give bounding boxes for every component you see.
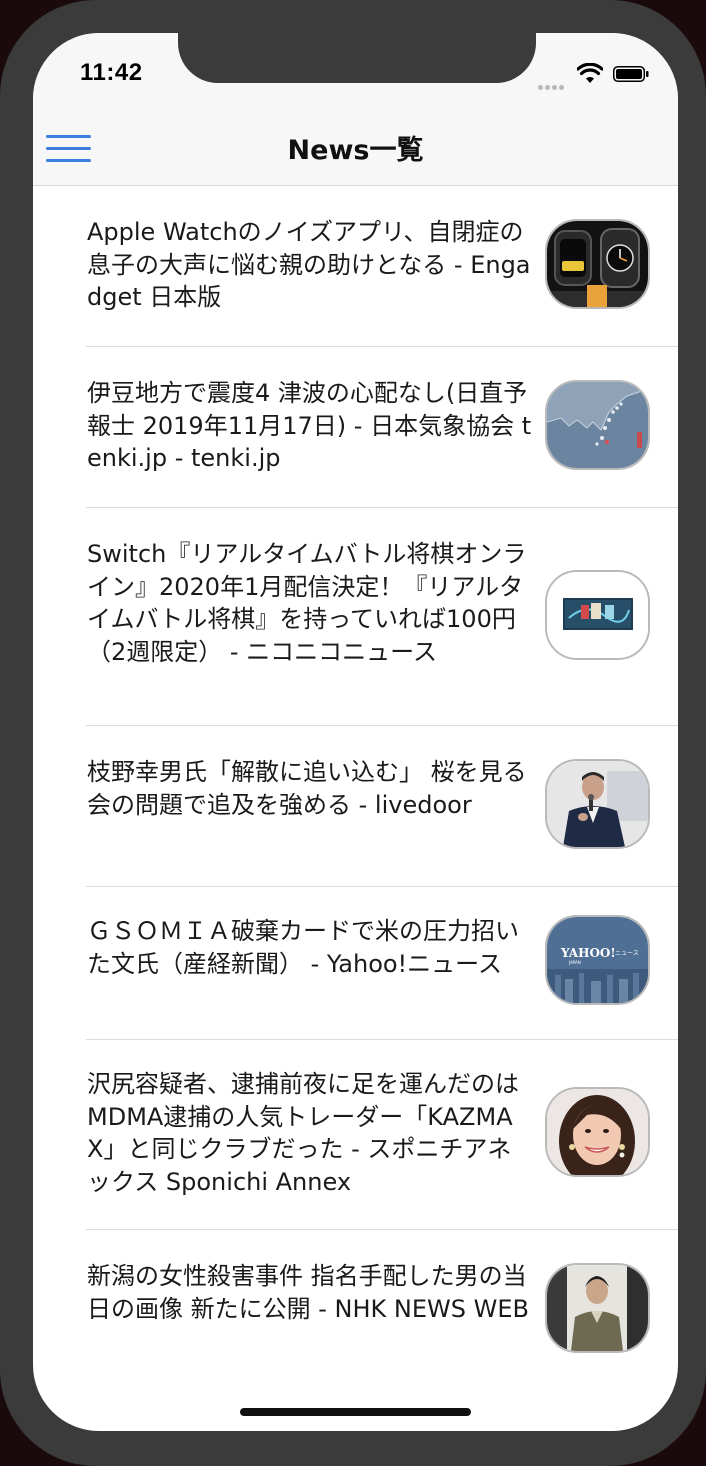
news-title: 沢尻容疑者、逮捕前夜に足を運んだのは MDMA逮捕の人気トレーダー「KAZMAX… (87, 1070, 519, 1196)
yahoo-news-thumbnail: YAHOO! ニュース JAPAN (545, 915, 650, 1005)
shogi-game-image (547, 572, 648, 658)
man-photo-thumbnail (545, 1263, 650, 1353)
news-title: Switch『リアルタイムバトル将棋オンライン』2020年1月配信決定！『リアル… (87, 540, 527, 666)
news-title: ＧＳＯＭＩＡ破棄カードで米の圧力招いた文氏（産経新聞） - Yahoo!ニュース (87, 917, 519, 978)
earthquake-map-thumbnail (545, 380, 650, 470)
speaker-photo-image (547, 761, 648, 847)
apple-watch-image (547, 221, 648, 307)
news-list-item[interactable]: 新潟の女性殺害事件 指名手配した男の当日の画像 新たに公開 - NHK NEWS… (86, 1230, 678, 1391)
news-list-item[interactable]: 沢尻容疑者、逮捕前夜に足を運んだのは MDMA逮捕の人気トレーダー「KAZMAX… (86, 1040, 678, 1230)
news-list: Apple Watchのノイズアプリ、自閉症の息子の大声に悩む親の助けとなる -… (33, 186, 678, 1391)
woman-portrait-thumbnail (545, 1087, 650, 1177)
news-title: 枝野幸男氏「解散に追い込む」 桜を見る会の問題で追及を強める - livedoo… (87, 758, 527, 819)
apple-watch-thumbnail (545, 219, 650, 309)
news-title: 新潟の女性殺害事件 指名手配した男の当日の画像 新たに公開 - NHK NEWS… (87, 1262, 529, 1323)
speaker-photo-thumbnail (545, 759, 650, 849)
status-bar-time: 11:42 (80, 59, 143, 86)
page-title: News一覧 (287, 135, 424, 166)
earthquake-map-image (547, 382, 648, 468)
woman-portrait-image (547, 1089, 648, 1175)
news-list-item[interactable]: 枝野幸男氏「解散に追い込む」 桜を見る会の問題で追及を強める - livedoo… (86, 726, 678, 887)
svg-text:YAHOO!: YAHOO! (560, 946, 616, 960)
news-title: Apple Watchのノイズアプリ、自閉症の息子の大声に悩む親の助けとなる -… (87, 218, 531, 311)
man-photo-image (547, 1265, 648, 1351)
battery-icon (613, 66, 649, 82)
svg-text:ニュース: ニュース (615, 950, 639, 957)
device-frame: 11:42 News一覧 Apple Watchのノイズアプリ、自閉症の息子の大… (0, 0, 706, 1466)
svg-text:JAPAN: JAPAN (568, 960, 581, 965)
home-indicator[interactable] (240, 1408, 471, 1416)
news-list-item[interactable]: Apple Watchのノイズアプリ、自閉症の息子の大声に悩む親の助けとなる -… (86, 186, 678, 347)
app-screen: 11:42 News一覧 Apple Watchのノイズアプリ、自閉症の息子の大… (33, 33, 678, 1431)
news-title: 伊豆地方で震度4 津波の心配なし(日直予報士 2019年11月17日) - 日本… (87, 379, 532, 472)
cellular-signal-icon (538, 77, 568, 90)
news-list-item[interactable]: ＧＳＯＭＩＡ破棄カードで米の圧力招いた文氏（産経新聞） - Yahoo!ニュース… (86, 887, 678, 1040)
news-list-item[interactable]: Switch『リアルタイムバトル将棋オンライン』2020年1月配信決定！『リアル… (86, 508, 678, 726)
shogi-game-thumbnail (545, 570, 650, 660)
yahoo-news-image: YAHOO! ニュース JAPAN (547, 917, 648, 1003)
news-list-item[interactable]: 伊豆地方で震度4 津波の心配なし(日直予報士 2019年11月17日) - 日本… (86, 347, 678, 508)
device-notch (178, 33, 536, 83)
navigation-bar: 11:42 News一覧 (33, 33, 678, 186)
wifi-icon (577, 63, 603, 83)
